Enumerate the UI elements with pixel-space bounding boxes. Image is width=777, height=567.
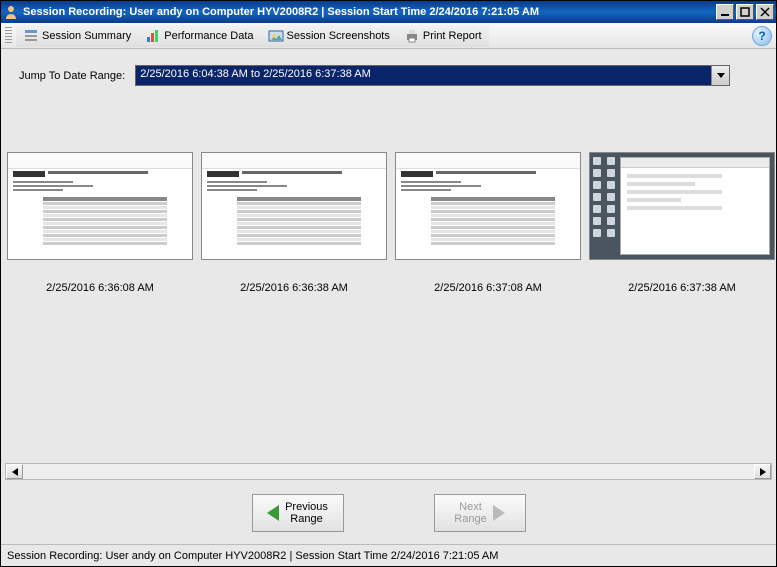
help-icon: ?: [758, 29, 765, 43]
toolbar: Session Summary Performance Data Session…: [1, 23, 776, 49]
toolbar-label: Session Summary: [42, 30, 131, 42]
maximize-button[interactable]: [736, 4, 754, 20]
chevron-down-icon: [717, 73, 725, 79]
toolbar-label: Performance Data: [164, 30, 253, 42]
status-text: Session Recording: User andy on Computer…: [7, 550, 498, 562]
session-summary-button[interactable]: Session Summary: [16, 25, 138, 47]
arrow-left-icon: [267, 505, 279, 521]
previous-range-button[interactable]: Previous Range: [252, 494, 344, 532]
triangle-right-icon: [760, 468, 766, 476]
toolbar-label: Print Report: [423, 30, 482, 42]
content-area: Jump To Date Range: 2/25/2016 6:04:38 AM…: [1, 49, 776, 544]
thumbnail-image: [201, 152, 387, 260]
range-nav-row: Previous Range Next Range: [1, 494, 776, 532]
print-report-button[interactable]: Print Report: [397, 25, 489, 47]
title-bar: Session Recording: User andy on Computer…: [1, 1, 776, 23]
scroll-left-button[interactable]: [6, 464, 23, 479]
window-title: Session Recording: User andy on Computer…: [23, 6, 716, 18]
minimize-button[interactable]: [716, 4, 734, 20]
scroll-right-button[interactable]: [754, 464, 771, 479]
thumbnail-image: [395, 152, 581, 260]
thumbnail-item[interactable]: 2/25/2016 6:36:38 AM: [201, 152, 387, 294]
toolbar-grip-icon: [5, 27, 12, 45]
thumbnail-item[interactable]: 2/25/2016 6:37:38 AM: [589, 152, 775, 294]
toolbar-label: Session Screenshots: [287, 30, 390, 42]
thumbnail-timestamp: 2/25/2016 6:36:08 AM: [7, 260, 193, 294]
thumbnail-timestamp: 2/25/2016 6:36:38 AM: [201, 260, 387, 294]
horizontal-scrollbar[interactable]: [5, 463, 772, 480]
performance-data-button[interactable]: Performance Data: [138, 25, 260, 47]
thumbnail-image: [7, 152, 193, 260]
triangle-left-icon: [12, 468, 18, 476]
thumbnail-timestamp: 2/25/2016 6:37:08 AM: [395, 260, 581, 294]
close-button[interactable]: [756, 4, 774, 20]
next-range-button: Next Range: [434, 494, 526, 532]
button-label: Previous Range: [285, 501, 328, 525]
summary-icon: [23, 28, 39, 44]
date-range-dropdown[interactable]: 2/25/2016 6:04:38 AM to 2/25/2016 6:37:3…: [135, 65, 730, 86]
screenshot-icon: [268, 28, 284, 44]
screenshot-thumbnails: 2/25/2016 6:36:08 AM 2/25/2016 6:36:38 A…: [1, 96, 776, 304]
status-bar: Session Recording: User andy on Computer…: [1, 544, 776, 566]
date-range-selected: 2/25/2016 6:04:38 AM to 2/25/2016 6:37:3…: [136, 66, 711, 85]
scroll-track[interactable]: [23, 464, 754, 479]
window-controls: [716, 4, 774, 20]
chart-icon: [145, 28, 161, 44]
dropdown-arrow-button[interactable]: [711, 66, 729, 85]
thumbnail-image: [589, 152, 775, 260]
printer-icon: [404, 28, 420, 44]
session-screenshots-button[interactable]: Session Screenshots: [261, 25, 397, 47]
jump-to-label: Jump To Date Range:: [19, 70, 125, 82]
app-icon: [3, 4, 19, 20]
date-range-row: Jump To Date Range: 2/25/2016 6:04:38 AM…: [1, 49, 776, 96]
arrow-right-icon: [493, 505, 505, 521]
thumbnail-item[interactable]: 2/25/2016 6:36:08 AM: [7, 152, 193, 294]
thumbnail-item[interactable]: 2/25/2016 6:37:08 AM: [395, 152, 581, 294]
thumbnail-timestamp: 2/25/2016 6:37:38 AM: [589, 260, 775, 294]
help-button[interactable]: ?: [752, 26, 772, 46]
button-label: Next Range: [454, 501, 486, 525]
